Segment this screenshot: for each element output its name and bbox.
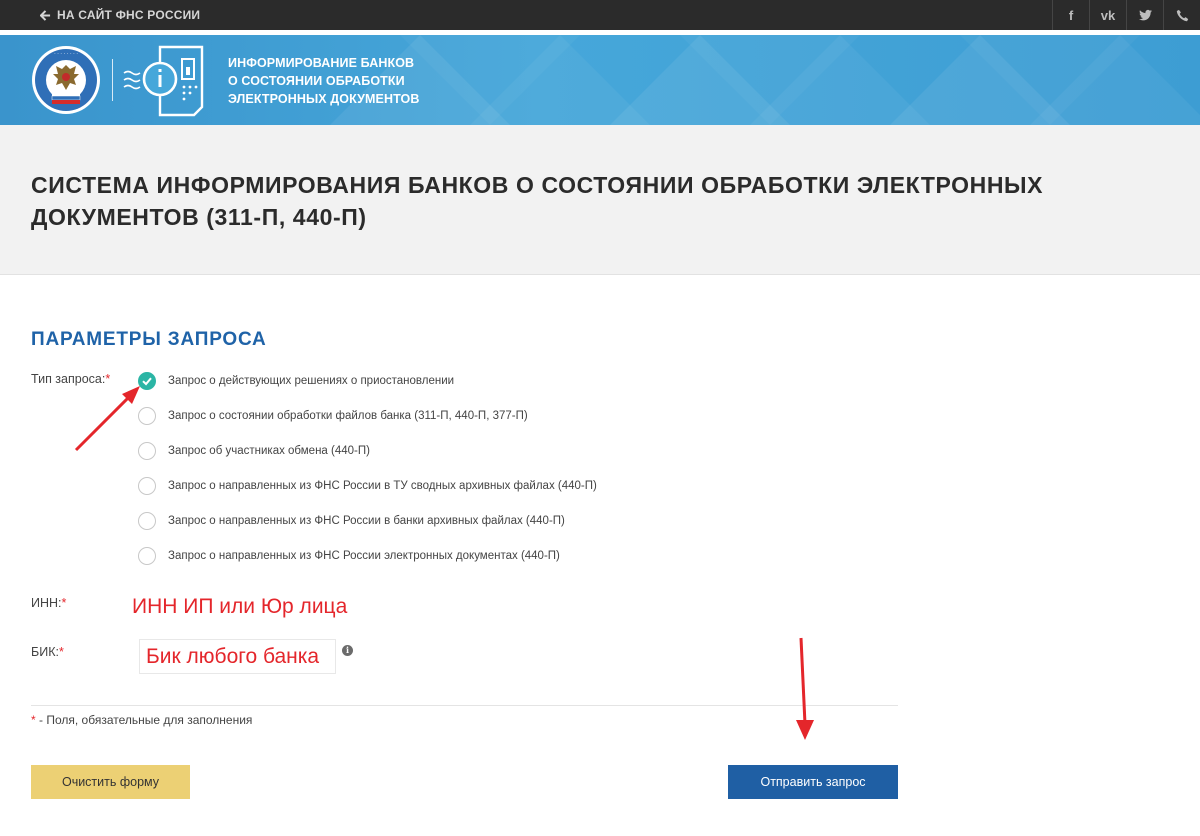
document-info-icon <box>123 45 204 117</box>
request-type-option[interactable]: Запрос об участниках обмена (440-П) <box>138 440 370 462</box>
top-bar: НА САЙТ ФНС РОССИИ f vk <box>0 0 1200 30</box>
required-asterisk: * <box>61 596 67 610</box>
vk-icon[interactable]: vk <box>1089 0 1126 30</box>
request-type-option-label: Запрос о состоянии обработки файлов банк… <box>168 410 528 422</box>
radio-unchecked[interactable] <box>138 442 156 460</box>
header-title: ИНФОРМИРОВАНИЕ БАНКОВ О СОСТОЯНИИ ОБРАБО… <box>228 54 420 108</box>
site-header: · · · · · · · · ИНФОРМИРОВАНИЕ БАНКОВ О … <box>0 35 1200 125</box>
request-type-option[interactable]: Запрос о состоянии обработки файлов банк… <box>138 405 528 427</box>
radio-unchecked[interactable] <box>138 407 156 425</box>
request-type-option-label: Запрос об участниках обмена (440-П) <box>168 445 370 457</box>
required-note-text: - Поля, обязательные для заполнения <box>35 713 253 727</box>
required-fields-note: * - Поля, обязательные для заполнения <box>31 713 252 727</box>
section-title: ПАРАМЕТРЫ ЗАПРОСА <box>31 329 267 350</box>
clear-form-button[interactable]: Очистить форму <box>31 765 190 799</box>
inn-input[interactable] <box>125 590 357 624</box>
info-icon[interactable]: i <box>342 645 353 656</box>
svg-text:· · · · · · · ·: · · · · · · · · <box>54 51 78 57</box>
request-type-option-label: Запрос о направленных из ФНС России элек… <box>168 550 560 562</box>
facebook-icon[interactable]: f <box>1052 0 1089 30</box>
annotation-arrow-icon <box>796 637 814 740</box>
bik-label: БИК:* <box>31 645 64 659</box>
header-title-line: О СОСТОЯНИИ ОБРАБОТКИ <box>228 74 405 88</box>
back-to-fns-link[interactable]: НА САЙТ ФНС РОССИИ <box>40 0 200 30</box>
request-type-label-text: Тип запроса: <box>31 372 106 386</box>
header-divider <box>112 59 113 101</box>
bik-label-text: БИК: <box>31 645 59 659</box>
request-type-option[interactable]: Запрос о направленных из ФНС России в ТУ… <box>138 475 597 497</box>
fns-emblem-logo: · · · · · · · · <box>32 46 100 114</box>
request-type-option-label: Запрос о направленных из ФНС России в ТУ… <box>168 480 597 492</box>
arrow-left-icon <box>40 9 51 21</box>
radio-checked[interactable] <box>138 372 156 390</box>
checkmark-icon <box>142 377 152 386</box>
page-title-band: СИСТЕМА ИНФОРМИРОВАНИЯ БАНКОВ О СОСТОЯНИ… <box>0 125 1200 275</box>
request-type-label: Тип запроса:* <box>31 372 110 386</box>
inn-label: ИНН:* <box>31 596 66 610</box>
header-title-line: ИНФОРМИРОВАНИЕ БАНКОВ <box>228 56 415 70</box>
required-asterisk: * <box>58 645 64 659</box>
form-divider <box>31 705 898 706</box>
page-title: СИСТЕМА ИНФОРМИРОВАНИЯ БАНКОВ О СОСТОЯНИ… <box>31 172 1044 230</box>
request-type-option[interactable]: Запрос о действующих решениях о приостан… <box>138 370 454 392</box>
request-type-option-label: Запрос о действующих решениях о приостан… <box>168 375 455 387</box>
radio-unchecked[interactable] <box>138 477 156 495</box>
radio-unchecked[interactable] <box>138 512 156 530</box>
request-type-option[interactable]: Запрос о направленных из ФНС России в ба… <box>138 510 565 532</box>
request-type-option[interactable]: Запрос о направленных из ФНС России элек… <box>138 545 560 567</box>
phone-icon[interactable] <box>1163 0 1200 30</box>
required-asterisk: * <box>105 372 111 386</box>
social-links: f vk <box>1052 0 1200 30</box>
twitter-icon[interactable] <box>1126 0 1163 30</box>
inn-label-text: ИНН: <box>31 596 62 610</box>
radio-unchecked[interactable] <box>138 547 156 565</box>
submit-request-button[interactable]: Отправить запрос <box>728 765 898 799</box>
request-type-option-label: Запрос о направленных из ФНС России в ба… <box>168 515 565 527</box>
bik-input[interactable] <box>139 639 336 674</box>
back-link-label: НА САЙТ ФНС РОССИИ <box>57 8 201 22</box>
header-title-line: ЭЛЕКТРОННЫХ ДОКУМЕНТОВ <box>228 92 420 106</box>
